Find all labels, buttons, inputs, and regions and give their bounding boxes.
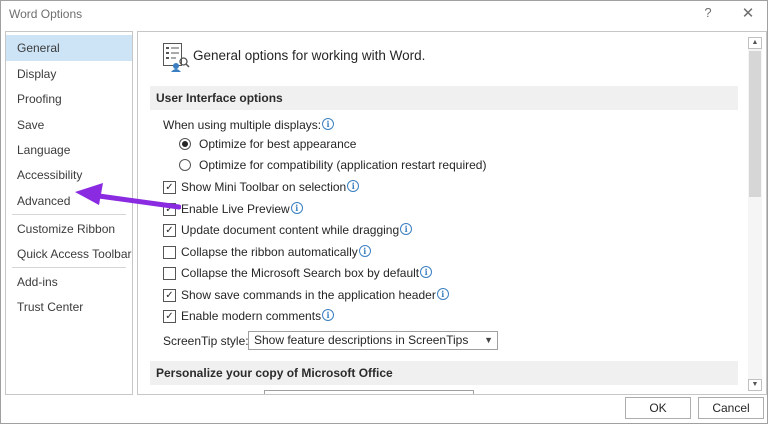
checkbox-mini-toolbar-label: Show Mini Toolbar on selection i [181,180,360,194]
nav-item-trust-center[interactable]: Trust Center [6,294,132,320]
nav-item-customize-ribbon[interactable]: Customize Ribbon [6,216,132,242]
checkbox-update-dragging[interactable]: ✓ [163,224,176,237]
nav-item-quick-access-toolbar[interactable]: Quick Access Toolbar [6,241,132,267]
checkbox-modern-comments-label: Enable modern comments i [181,309,335,323]
scrollbar-thumb[interactable] [749,51,761,197]
title-bar: Word Options ? ✕ [1,1,767,27]
cancel-button[interactable]: Cancel [698,397,764,419]
screentip-style-dropdown[interactable]: Show feature descriptions in ScreenTips … [248,331,498,350]
radio-optimize-compatibility-label: Optimize for compatibility (application … [199,158,487,172]
section-header-ui-options: User Interface options [150,86,738,110]
checkbox-save-commands[interactable]: ✓ [163,289,176,302]
nav-item-language[interactable]: Language [6,137,132,163]
checkbox-collapse-ribbon[interactable] [163,246,176,259]
close-icon[interactable]: ✕ [741,4,755,22]
screentip-style-value: Show feature descriptions in ScreenTips [254,333,469,347]
radio-optimize-compatibility[interactable] [179,159,191,171]
checkbox-update-dragging-label: Update document content while dragging i [181,223,413,237]
options-nav: General Display Proofing Save Language A… [5,31,133,395]
vertical-scrollbar[interactable]: ▲ ▼ [748,37,762,391]
info-icon[interactable]: i [347,180,360,192]
nav-item-add-ins[interactable]: Add-ins [6,269,132,295]
general-options-icon [163,43,190,72]
nav-item-proofing[interactable]: Proofing [6,86,132,112]
nav-divider [12,267,126,268]
nav-divider [12,214,126,215]
section-header-personalize: Personalize your copy of Microsoft Offic… [150,361,738,385]
scroll-down-icon[interactable]: ▼ [748,379,762,391]
checkbox-collapse-search[interactable] [163,267,176,280]
nav-item-accessibility[interactable]: Accessibility [6,162,132,188]
checkbox-collapse-search-label: Collapse the Microsoft Search box by def… [181,266,433,280]
nav-item-save[interactable]: Save [6,112,132,138]
screentip-style-label: ScreenTip style: [163,334,249,348]
checkbox-live-preview-label: Enable Live Preview i [181,202,303,216]
radio-optimize-appearance[interactable] [179,138,191,150]
multiple-displays-label: When using multiple displays: i [163,118,335,132]
word-options-dialog: Word Options ? ✕ General Display Proofin… [0,0,768,424]
nav-item-advanced[interactable]: Advanced [6,188,132,214]
checkbox-save-commands-label: Show save commands in the application he… [181,288,449,302]
info-icon[interactable]: i [400,223,413,235]
info-icon[interactable]: i [420,266,433,278]
info-icon[interactable]: i [358,245,371,257]
checkbox-live-preview[interactable]: ✓ [163,203,176,216]
info-icon[interactable]: i [322,118,335,130]
chevron-down-icon: ▼ [484,335,493,345]
ok-button[interactable]: OK [625,397,691,419]
window-title: Word Options [9,7,83,21]
help-icon[interactable]: ? [701,5,715,20]
nav-item-display[interactable]: Display [6,61,132,87]
checkbox-modern-comments[interactable]: ✓ [163,310,176,323]
info-icon[interactable]: i [290,202,303,214]
username-field-edge[interactable] [264,390,474,394]
checkbox-collapse-ribbon-label: Collapse the ribbon automatically i [181,245,371,259]
general-options-panel: General options for working with Word. U… [137,31,767,395]
scroll-up-icon[interactable]: ▲ [748,37,762,49]
radio-optimize-appearance-label: Optimize for best appearance [199,137,357,151]
checkbox-mini-toolbar[interactable]: ✓ [163,181,176,194]
nav-item-general[interactable]: General [6,35,132,61]
info-icon[interactable]: i [322,309,335,321]
info-icon[interactable]: i [436,288,449,300]
page-title: General options for working with Word. [193,48,426,63]
